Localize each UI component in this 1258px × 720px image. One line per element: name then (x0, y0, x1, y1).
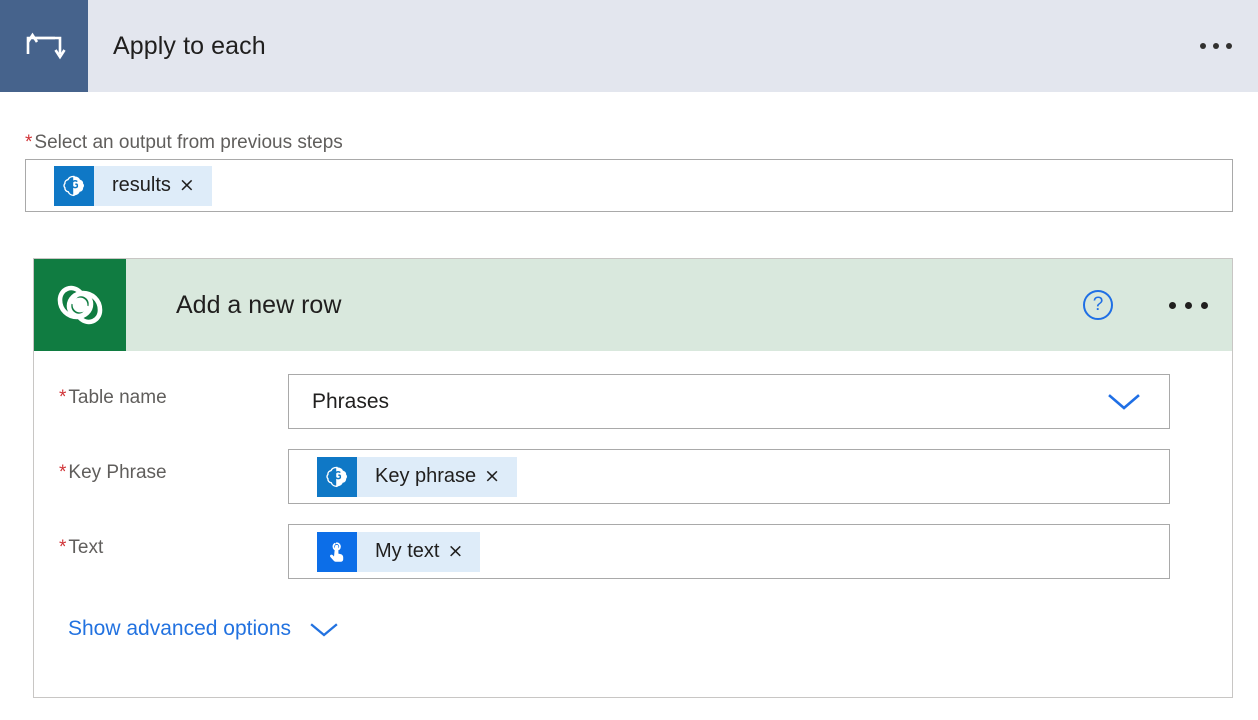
field-row-table-name: *Table name Phrases (34, 374, 1232, 429)
add-a-new-row-header[interactable]: Add a new row ? (34, 259, 1232, 351)
token-label: results (94, 174, 179, 197)
token-label: My text (357, 540, 447, 563)
apply-to-each-menu-button[interactable] (1200, 43, 1232, 49)
ellipsis-dot (1213, 43, 1219, 49)
brain-icon (317, 457, 357, 497)
chevron-down-icon[interactable] (1107, 392, 1141, 412)
required-asterisk: * (59, 462, 66, 483)
chevron-down-icon (309, 621, 339, 638)
field-label-text-field: *Text (34, 524, 288, 562)
apply-to-each-title: Apply to each (113, 32, 266, 61)
show-advanced-options-button[interactable]: Show advanced options (68, 617, 339, 641)
required-asterisk: * (25, 132, 32, 153)
select-output-section: *Select an output from previous steps re… (25, 130, 1235, 212)
help-icon[interactable]: ? (1083, 290, 1113, 320)
add-a-new-row-card: Add a new row ? *Table name Phrases (33, 258, 1233, 698)
text-input[interactable]: My text × (288, 524, 1170, 579)
brain-icon (54, 166, 94, 206)
key-phrase-input[interactable]: Key phrase × (288, 449, 1170, 504)
ellipsis-dot (1169, 302, 1176, 309)
add-a-new-row-form: *Table name Phrases *Key Phrase (34, 374, 1232, 641)
spiral-connector-icon (34, 259, 126, 351)
ellipsis-dot (1226, 43, 1232, 49)
token-key-phrase[interactable]: Key phrase × (317, 457, 517, 497)
table-name-value: Phrases (289, 390, 389, 414)
show-advanced-options-label: Show advanced options (68, 617, 291, 641)
add-a-new-row-title: Add a new row (176, 291, 341, 320)
select-output-label: *Select an output from previous steps (25, 130, 1235, 156)
field-row-key-phrase: *Key Phrase Key phrase (34, 449, 1232, 504)
field-label-text: Key Phrase (68, 462, 166, 483)
add-a-new-row-menu-button[interactable] (1169, 302, 1208, 309)
ellipsis-dot (1201, 302, 1208, 309)
action-header-tools: ? (1083, 290, 1208, 320)
field-label-text: Text (68, 537, 103, 558)
field-label-text: Table name (68, 387, 166, 408)
token-remove-button[interactable]: × (179, 176, 212, 195)
select-output-label-text: Select an output from previous steps (34, 132, 342, 153)
token-results[interactable]: results × (54, 166, 212, 206)
field-row-text: *Text My text × (34, 524, 1232, 579)
token-label: Key phrase (357, 465, 484, 488)
required-asterisk: * (59, 387, 66, 408)
select-output-input[interactable]: results × (25, 159, 1233, 212)
token-remove-button[interactable]: × (447, 542, 480, 561)
field-label-key-phrase: *Key Phrase (34, 449, 288, 487)
ellipsis-dot (1200, 43, 1206, 49)
ellipsis-dot (1185, 302, 1192, 309)
field-label-table-name: *Table name (34, 374, 288, 412)
required-asterisk: * (59, 537, 66, 558)
touch-hand-icon (317, 532, 357, 572)
token-my-text[interactable]: My text × (317, 532, 480, 572)
loop-repeat-icon (0, 0, 88, 92)
table-name-dropdown[interactable]: Phrases (288, 374, 1170, 429)
token-remove-button[interactable]: × (484, 467, 517, 486)
apply-to-each-header[interactable]: Apply to each (0, 0, 1258, 92)
